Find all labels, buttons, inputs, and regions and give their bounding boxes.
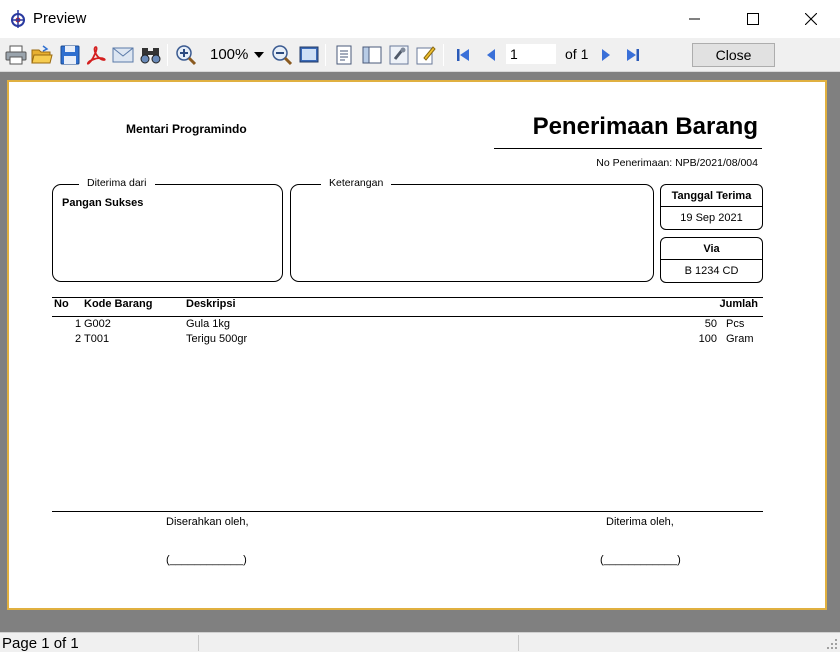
chevron-down-icon — [254, 52, 264, 58]
page-status: Page 1 of 1 — [2, 635, 79, 652]
last-page-button[interactable] — [621, 43, 645, 67]
print-button[interactable] — [4, 43, 28, 67]
row-description: Terigu 500gr — [186, 333, 248, 345]
row-qty: 50 — [704, 318, 717, 330]
previous-page-button[interactable] — [479, 43, 503, 67]
minimize-button[interactable] — [666, 0, 724, 38]
column-header-description: Deskripsi — [186, 298, 236, 310]
zoom-in-icon — [176, 45, 197, 66]
save-button[interactable] — [58, 43, 82, 67]
next-page-button[interactable] — [594, 43, 618, 67]
edit-page-button[interactable] — [414, 43, 438, 67]
row-code: G002 — [84, 318, 111, 330]
chevron-right-icon — [602, 49, 610, 61]
toolbar-separator — [443, 44, 444, 66]
monitor-icon — [299, 46, 319, 63]
outline-button[interactable] — [360, 43, 384, 67]
table-header-line — [52, 316, 763, 317]
received-by-signature: (____________) — [600, 554, 681, 566]
status-divider — [198, 635, 199, 651]
resize-grip-icon[interactable] — [826, 638, 838, 650]
open-button[interactable] — [30, 43, 54, 67]
page-count-label: of 1 — [565, 46, 589, 62]
maximize-icon — [747, 13, 759, 25]
find-button[interactable] — [139, 43, 163, 67]
export-pdf-button[interactable] — [84, 43, 108, 67]
title-underline — [494, 148, 762, 149]
window-title: Preview — [33, 10, 87, 27]
handed-by-label: Diserahkan oleh, — [166, 516, 249, 528]
date-label: Tanggal Terima — [661, 185, 762, 207]
zoom-value: 100% — [210, 46, 249, 63]
column-header-code: Kode Barang — [84, 298, 153, 310]
supplier-name: Pangan Sukses — [62, 197, 144, 209]
zoom-in-button[interactable] — [174, 43, 198, 67]
close-icon — [805, 13, 817, 25]
minimize-icon — [689, 18, 700, 20]
fit-page-button[interactable] — [297, 43, 321, 67]
date-value: 19 Sep 2021 — [680, 212, 743, 224]
notes-legend: Keterangan — [321, 177, 392, 189]
toolbar-separator — [167, 44, 168, 66]
row-description: Gula 1kg — [186, 318, 231, 330]
first-page-button[interactable] — [451, 43, 475, 67]
title-bar: Preview — [0, 0, 840, 38]
zoom-dropdown[interactable]: 100% — [206, 44, 268, 66]
received-from-legend: Diterima dari — [79, 177, 155, 189]
preview-area[interactable]: Mentari Programindo Penerimaan Barang No… — [0, 72, 840, 632]
toolbar-separator — [325, 44, 326, 66]
envelope-icon — [112, 47, 134, 63]
column-header-qty: Jumlah — [719, 298, 758, 310]
binoculars-icon — [140, 48, 161, 64]
page-setup-button[interactable] — [332, 43, 356, 67]
email-button[interactable] — [111, 43, 135, 67]
company-name: Mentari Programindo — [126, 122, 247, 136]
via-value: B 1234 CD — [684, 265, 739, 277]
window-close-button[interactable] — [782, 0, 840, 38]
last-page-icon — [627, 49, 639, 61]
date-box: Tanggal Terima 19 Sep 2021 — [660, 184, 763, 230]
first-page-icon — [457, 49, 469, 61]
zoom-out-button[interactable] — [270, 43, 294, 67]
page-icon — [336, 45, 352, 65]
toolbar: 100% 1 of 1 Close — [0, 38, 840, 72]
received-by-label: Diterima oleh, — [606, 516, 674, 528]
edit-report-button[interactable] — [387, 43, 411, 67]
app-icon — [8, 9, 28, 29]
handed-by-signature: (____________) — [166, 554, 247, 566]
chevron-left-icon — [487, 49, 495, 61]
wrench-icon — [389, 45, 409, 65]
notes-box: Keterangan — [290, 177, 654, 282]
status-bar: Page 1 of 1 — [0, 632, 840, 652]
row-qty: 100 — [698, 333, 717, 345]
via-box: Via B 1234 CD — [660, 237, 763, 283]
table-top-line — [52, 297, 763, 298]
report-page: Mentari Programindo Penerimaan Barang No… — [7, 80, 827, 610]
close-button[interactable]: Close — [692, 43, 775, 67]
row-unit: Pcs — [726, 318, 745, 330]
column-header-no: No — [54, 298, 69, 310]
row-unit: Gram — [726, 333, 754, 345]
panel-layout-icon — [362, 46, 382, 64]
received-from-box: Diterima dari Pangan Sukses — [52, 177, 283, 282]
status-divider — [518, 635, 519, 651]
pdf-icon — [86, 46, 106, 65]
via-label: Via — [661, 238, 762, 260]
row-no: 2 — [75, 333, 82, 345]
maximize-button[interactable] — [724, 0, 782, 38]
footer-line — [52, 511, 763, 512]
document-number: No Penerimaan: NPB/2021/08/004 — [596, 157, 758, 169]
row-code: T001 — [84, 333, 110, 345]
pencil-edit-icon — [416, 46, 436, 65]
floppy-disk-icon — [60, 45, 80, 65]
page-number-input[interactable] — [506, 44, 556, 64]
printer-icon — [5, 45, 27, 65]
folder-open-icon — [31, 45, 53, 64]
zoom-out-icon — [272, 45, 293, 66]
row-no: 1 — [75, 318, 82, 330]
report-title: Penerimaan Barang — [532, 113, 758, 140]
